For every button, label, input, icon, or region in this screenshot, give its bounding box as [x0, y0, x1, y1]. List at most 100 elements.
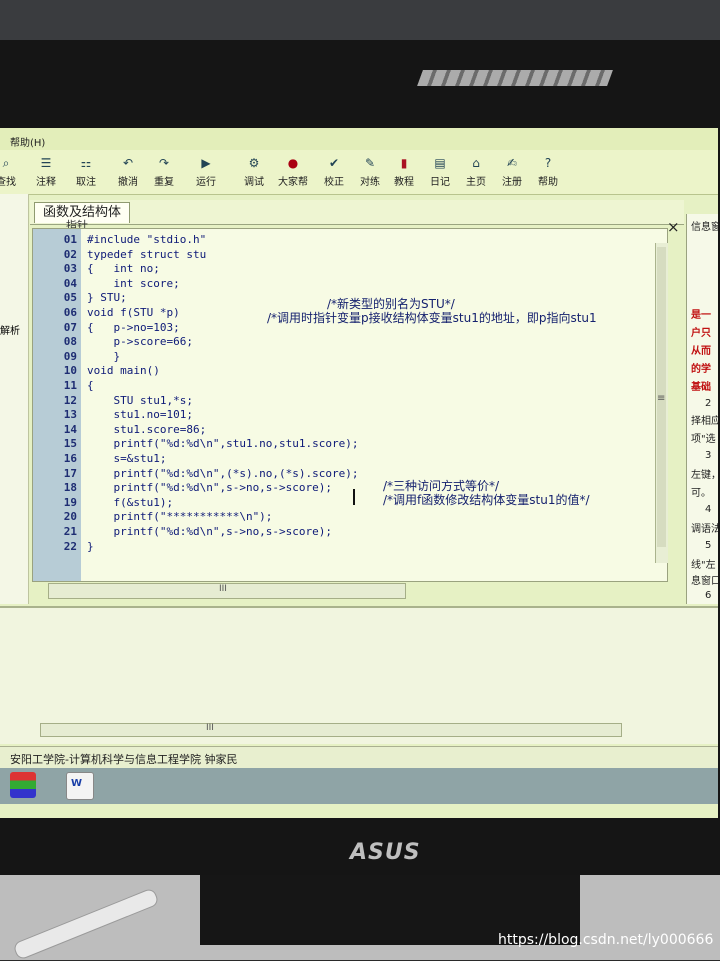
tutorial-button[interactable]: ▮ 教程	[384, 154, 424, 192]
info-panel-title: 信息窗	[691, 222, 718, 233]
debug-icon: ⚙	[248, 156, 260, 170]
code-line: {	[87, 379, 94, 392]
code-line: printf("%d:%d\n",stu1.no,stu1.score);	[87, 437, 359, 451]
line-number: 08	[63, 335, 77, 349]
comment-access-equivalent: /*三种访问方式等价*/	[383, 479, 500, 493]
info-line: 的学	[691, 364, 711, 375]
code-line: #include "stdio.h"	[87, 233, 207, 246]
info-line: 是一	[691, 310, 711, 321]
close-icon[interactable]: ×	[667, 218, 680, 236]
line-number: 12	[63, 393, 77, 407]
homepage-button[interactable]: ⌂ 主页	[456, 154, 496, 192]
text-cursor	[353, 489, 355, 505]
info-line: 择相应	[691, 416, 718, 427]
editor-tab-row: 函数及结构体 指针	[30, 200, 684, 232]
line-number: 04	[63, 276, 77, 290]
line-number: 10	[63, 364, 77, 378]
code-editor[interactable]: 01 #include "stdio.h" 02 typedef struct stu…	[32, 228, 668, 582]
question-icon: ?	[544, 156, 552, 170]
info-line: 线"左	[691, 560, 716, 571]
line-number: 14	[63, 422, 77, 436]
community-help-button[interactable]: ● 大家帮	[273, 154, 313, 192]
redo-button[interactable]: ↷ 重复	[144, 154, 184, 192]
uncomment-icon: ⚏	[80, 156, 92, 170]
comment-call-f: /*调用f函数修改结构体变量stu1的值*/	[383, 493, 590, 507]
info-line: 户只	[691, 328, 711, 339]
editor-horizontal-scrollbar[interactable]: III	[48, 583, 406, 599]
info-line: 从而	[691, 346, 711, 357]
info-line: 息窗口	[691, 576, 718, 587]
register-button[interactable]: ✍ 注册	[492, 154, 532, 192]
undo-icon: ↶	[122, 156, 134, 170]
output-horizontal-scrollbar[interactable]: III	[40, 723, 622, 737]
menu-bar: 帮助(H)	[0, 128, 718, 150]
help-button[interactable]: ? 帮助	[528, 154, 568, 192]
diary-button[interactable]: ▤ 日记	[420, 154, 460, 192]
scrollbar-grip: III	[219, 584, 227, 594]
info-line: 6	[705, 590, 712, 601]
code-line: int score;	[87, 276, 180, 290]
info-line: 5	[705, 540, 712, 551]
info-line: 4	[705, 504, 712, 515]
code-line: stu1.no=101;	[87, 408, 193, 422]
code-line: }	[87, 539, 94, 553]
line-number: 03	[63, 262, 77, 276]
light-reflection	[417, 70, 613, 86]
help-people-icon: ●	[287, 156, 299, 170]
word-app-icon[interactable]: W	[66, 772, 94, 800]
scrollbar-grip: III	[206, 723, 214, 733]
line-number: 19	[63, 495, 77, 509]
code-line: }	[87, 349, 121, 363]
taskbar: W	[0, 768, 718, 804]
info-line: 基础	[691, 382, 711, 393]
code-line: f(&stu1);	[87, 495, 174, 509]
book-icon: ▮	[400, 156, 408, 170]
code-line: printf("%d:%d\n",(*s).no,(*s).score);	[87, 466, 359, 480]
register-icon: ✍	[506, 156, 518, 170]
left-panel: 解析	[0, 194, 29, 604]
comment-button[interactable]: ☰ 注释	[26, 154, 66, 192]
monitor-brand-logo: ASUS	[350, 840, 421, 865]
info-line: 左键，	[691, 470, 718, 481]
search-icon: ⌕	[2, 156, 10, 170]
home-icon: ⌂	[472, 156, 480, 170]
scrollbar-grip: ≡	[657, 393, 666, 404]
code-line: void f(STU *p)	[87, 306, 180, 319]
redo-icon: ↷	[158, 156, 170, 170]
comment-typedef: /*新类型的别名为STU*/	[327, 297, 455, 311]
watermark-text: https://blog.csdn.net/ly000666	[498, 932, 714, 948]
line-number: 17	[63, 466, 77, 480]
line-number: 01	[63, 233, 77, 246]
run-icon: ▶	[201, 156, 211, 170]
line-number: 02	[63, 247, 77, 261]
code-line: printf("%d:%d\n",s->no,s->score);	[87, 525, 333, 538]
code-line: typedef struct stu	[87, 247, 207, 261]
undo-button[interactable]: ↶ 撤消	[108, 154, 148, 192]
archive-app-icon[interactable]	[10, 772, 36, 798]
line-number: 15	[63, 437, 77, 451]
line-number: 16	[63, 452, 77, 465]
practice-icon: ✎	[364, 156, 376, 170]
info-line: 可。	[691, 488, 711, 499]
info-line: 3	[705, 450, 712, 461]
line-number: 13	[63, 408, 77, 422]
correct-button[interactable]: ✔ 校正	[314, 154, 354, 192]
comment-pointer-param: /*调用时指针变量p接收结构体变量stu1的地址，即p指向stu1	[267, 311, 597, 325]
code-line: printf("%d:%d\n",s->no,s->score);	[87, 481, 333, 495]
debug-button[interactable]: ⚙ 调试	[234, 154, 274, 192]
code-line: printf("***********\n");	[87, 510, 273, 524]
code-line: { int no;	[87, 262, 160, 276]
run-button[interactable]: ▶ 运行	[186, 154, 226, 192]
menu-help[interactable]: 帮助(H)	[10, 134, 45, 149]
line-number: 22	[63, 539, 77, 553]
code-line: s=&stu1;	[87, 452, 167, 465]
uncomment-button[interactable]: ⚏ 取注	[66, 154, 106, 192]
info-line: 项"选	[691, 434, 716, 445]
find-button[interactable]: ⌕ 查找	[0, 154, 26, 192]
editor-vertical-scrollbar[interactable]: ≡	[655, 243, 668, 563]
left-panel-label[interactable]: 解析	[0, 322, 20, 337]
info-line: 2	[705, 398, 712, 409]
line-number: 20	[63, 510, 77, 524]
info-line: 调语法	[691, 524, 718, 535]
monitor-screen: 帮助(H) ⌕ 查找 ☰ 注释 ⚏ 取注 ↶ 撤消 ↷ 重复 ▶ 运行 ⚙ 调试 ● 大家帮 ✔…	[0, 128, 718, 818]
